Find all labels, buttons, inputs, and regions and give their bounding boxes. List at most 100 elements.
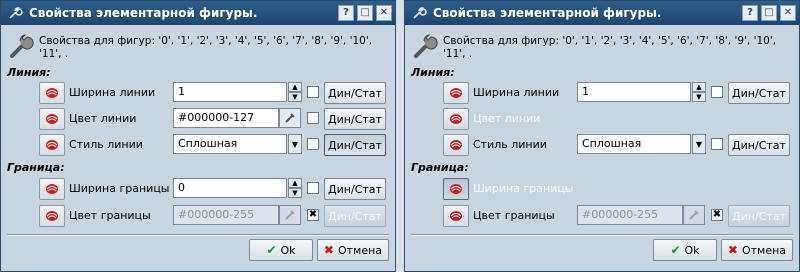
border-color-checkbox[interactable]: ✖ bbox=[711, 209, 723, 221]
dyn-stat-button[interactable]: Дин/Стат bbox=[324, 82, 386, 104]
dyn-stat-button[interactable]: Дин/Стат bbox=[728, 134, 790, 156]
figures-list-text: Свойства для фигур: '0', '1', '2', '3', … bbox=[443, 35, 777, 60]
spin-down-button[interactable]: ▼ bbox=[288, 188, 302, 198]
cancel-label: Отмена bbox=[337, 243, 383, 257]
border-color-input[interactable]: #000000-255 bbox=[577, 205, 683, 225]
spin-down-button[interactable]: ▼ bbox=[692, 92, 706, 102]
dyn-stat-button[interactable]: Дин/Стат bbox=[728, 82, 790, 104]
line-style-select[interactable]: Сплошная bbox=[173, 134, 287, 154]
dialog-header: Свойства для фигур: '0', '1', '2', '3', … bbox=[411, 31, 783, 61]
edit-icon bbox=[46, 140, 58, 150]
edit-button[interactable] bbox=[39, 178, 65, 200]
cancel-icon: ✖ bbox=[727, 243, 738, 257]
edit-icon bbox=[46, 211, 58, 221]
edit-icon bbox=[46, 184, 58, 194]
color-picker-button[interactable] bbox=[279, 108, 301, 128]
edit-button[interactable] bbox=[443, 108, 469, 130]
ok-button[interactable]: ✔ Ok bbox=[249, 239, 313, 261]
edit-button[interactable] bbox=[39, 108, 65, 130]
row-line-width: Ширина линии 1 ▲ ▼ Дин/Стат bbox=[411, 82, 793, 104]
border-color-checkbox[interactable]: ✖ bbox=[307, 209, 319, 221]
edit-button[interactable] bbox=[39, 134, 65, 156]
line-style-select[interactable]: Сплошная bbox=[577, 134, 691, 154]
line-style-label: Стиль линии bbox=[69, 138, 143, 151]
close-button[interactable]: ✕ bbox=[780, 5, 796, 21]
edit-icon bbox=[450, 211, 462, 221]
line-width-input[interactable]: 1 bbox=[173, 82, 287, 102]
line-style-checkbox[interactable] bbox=[711, 138, 723, 150]
line-color-label: Цвет линии bbox=[473, 112, 541, 125]
maximize-button[interactable]: □ bbox=[761, 5, 777, 21]
border-width-checkbox[interactable] bbox=[307, 182, 319, 194]
maximize-button[interactable]: □ bbox=[357, 5, 373, 21]
border-color-input[interactable]: #000000-255 bbox=[173, 205, 279, 225]
help-button[interactable]: ? bbox=[742, 5, 758, 21]
ok-label: Ok bbox=[280, 243, 296, 257]
dyn-stat-button[interactable]: Дин/Стат bbox=[324, 178, 386, 200]
section-lines: Линия: bbox=[411, 66, 455, 79]
edit-button[interactable] bbox=[443, 205, 469, 227]
spin-up-button[interactable]: ▲ bbox=[692, 82, 706, 92]
line-width-checkbox[interactable] bbox=[307, 86, 319, 98]
help-button[interactable]: ? bbox=[338, 5, 354, 21]
chevron-down-icon[interactable]: ▼ bbox=[692, 134, 706, 154]
wrench-icon bbox=[5, 3, 25, 23]
line-color-input[interactable]: #000000-127 bbox=[173, 108, 279, 128]
line-width-label: Ширина линии bbox=[69, 86, 156, 99]
section-border: Граница: bbox=[411, 161, 469, 174]
window-title: Свойства элементарной фигуры. bbox=[29, 6, 258, 20]
figures-list-text: Свойства для фигур: '0', '1', '2', '3', … bbox=[39, 35, 373, 60]
window-title: Свойства элементарной фигуры. bbox=[433, 6, 662, 20]
spin-up-button[interactable]: ▲ bbox=[288, 178, 302, 188]
section-border: Граница: bbox=[7, 161, 65, 174]
cancel-button[interactable]: ✖ Отмена bbox=[317, 239, 389, 261]
cancel-icon: ✖ bbox=[323, 243, 334, 257]
border-color-label: Цвет границы bbox=[473, 209, 555, 222]
edit-button[interactable] bbox=[39, 205, 65, 227]
row-line-color: Цвет линии #000000-127 Дин/Стат bbox=[7, 108, 389, 130]
line-style-label: Стиль линии bbox=[473, 138, 547, 151]
dyn-stat-button[interactable]: Дин/Стат bbox=[324, 108, 386, 130]
edit-icon bbox=[450, 140, 462, 150]
ok-button[interactable]: ✔ Ok bbox=[653, 239, 717, 261]
spin-up-button[interactable]: ▲ bbox=[288, 82, 302, 92]
color-picker-button[interactable] bbox=[279, 205, 301, 225]
border-width-label: Ширина границы bbox=[473, 182, 574, 195]
line-width-input[interactable]: 1 bbox=[577, 82, 691, 102]
color-picker-button[interactable] bbox=[683, 205, 705, 225]
edit-button[interactable] bbox=[443, 134, 469, 156]
dyn-stat-button[interactable]: Дин/Стат bbox=[324, 205, 386, 227]
border-width-input[interactable]: 0 bbox=[173, 178, 287, 198]
border-color-label: Цвет границы bbox=[69, 209, 151, 222]
check-icon: ✔ bbox=[266, 243, 277, 257]
properties-dialog-right: Свойства элементарной фигуры. ? □ ✕ Свой… bbox=[404, 0, 800, 272]
dyn-stat-button[interactable]: Дин/Стат bbox=[728, 205, 790, 227]
section-lines: Линия: bbox=[7, 66, 51, 79]
ok-label: Ok bbox=[684, 243, 700, 257]
edit-icon bbox=[450, 88, 462, 98]
color-picker-icon bbox=[689, 210, 699, 220]
separator bbox=[7, 234, 389, 236]
close-button[interactable]: ✕ bbox=[376, 5, 392, 21]
chevron-down-icon[interactable]: ▼ bbox=[288, 134, 302, 154]
line-width-checkbox[interactable] bbox=[711, 86, 723, 98]
row-line-color: Цвет линии bbox=[411, 108, 793, 130]
line-style-checkbox[interactable] bbox=[307, 138, 319, 150]
line-color-checkbox[interactable] bbox=[307, 112, 319, 124]
separator bbox=[411, 234, 793, 236]
edit-button[interactable] bbox=[39, 82, 65, 104]
titlebar[interactable]: Свойства элементарной фигуры. ? □ ✕ bbox=[1, 1, 395, 25]
cancel-button[interactable]: ✖ Отмена bbox=[721, 239, 793, 261]
edit-icon bbox=[46, 114, 58, 124]
titlebar[interactable]: Свойства элементарной фигуры. ? □ ✕ bbox=[405, 1, 799, 25]
row-line-style: Стиль линии Сплошная ▼ Дин/Стат bbox=[411, 134, 793, 156]
edit-icon bbox=[46, 88, 58, 98]
edit-button[interactable] bbox=[443, 82, 469, 104]
edit-button[interactable] bbox=[443, 178, 469, 200]
cancel-label: Отмена bbox=[741, 243, 787, 257]
properties-dialog-left: Свойства элементарной фигуры. ? □ ✕ Свой… bbox=[0, 0, 396, 272]
check-icon: ✔ bbox=[670, 243, 681, 257]
dyn-stat-button[interactable]: Дин/Стат bbox=[324, 134, 386, 156]
row-line-width: Ширина линии 1 ▲ ▼ Дин/Стат bbox=[7, 82, 389, 104]
spin-down-button[interactable]: ▼ bbox=[288, 92, 302, 102]
